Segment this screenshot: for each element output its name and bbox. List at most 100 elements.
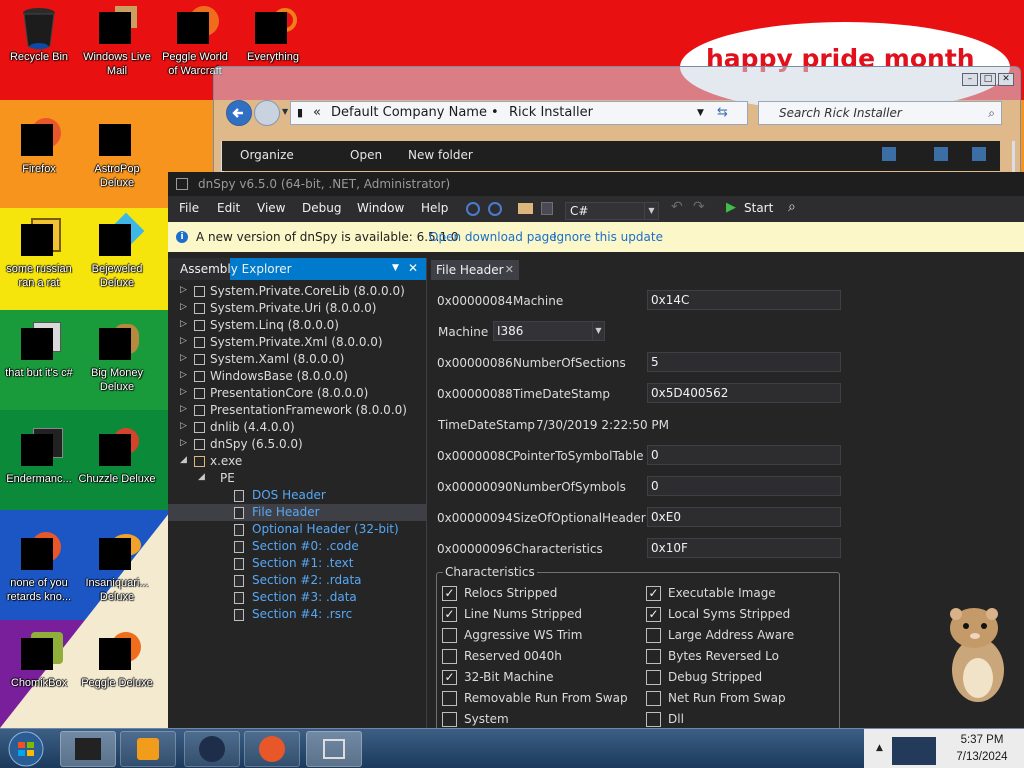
desktop-icon-russian-rat[interactable]: some russian ran a rat xyxy=(0,218,78,290)
open-download-link[interactable]: Open download page xyxy=(429,230,557,244)
checkbox-box[interactable]: ✓ xyxy=(442,670,457,685)
tree-item-section-4[interactable]: Section #4: .rsrc xyxy=(168,606,426,623)
start-icon[interactable]: ▶ xyxy=(726,200,736,215)
panel-dropdown-icon[interactable]: ▼ xyxy=(392,263,399,273)
close-icon[interactable]: ✕ xyxy=(408,261,418,275)
open-button[interactable]: Open xyxy=(350,148,382,162)
desktop-icon-recycle-bin[interactable]: Recycle Bin xyxy=(0,6,78,64)
minimize-button[interactable]: – xyxy=(962,73,978,86)
taskbar-item-windows[interactable] xyxy=(306,731,362,767)
desktop-icon-big-money[interactable]: Big Money Deluxe xyxy=(78,322,156,394)
timestamp-value-input[interactable]: 0x5D400562 xyxy=(647,383,841,403)
checkbox-box[interactable]: ✓ xyxy=(646,586,661,601)
view-icon[interactable] xyxy=(882,147,896,161)
taskbar-item-dnspy[interactable] xyxy=(184,731,240,767)
tree-item-section-0[interactable]: Section #0: .code xyxy=(168,538,426,555)
tree-item-optional-header[interactable]: Optional Header (32-bit) xyxy=(168,521,426,538)
close-tab-icon[interactable]: ✕ xyxy=(505,260,514,280)
forward-button[interactable] xyxy=(254,100,280,126)
start-button[interactable]: Start xyxy=(744,201,773,215)
menu-edit[interactable]: Edit xyxy=(217,201,240,215)
dnspy-window[interactable]: dnSpy v6.5.0 (64-bit, .NET, Administrato… xyxy=(168,172,1024,732)
desktop-icon-peggle-deluxe[interactable]: Peggle Deluxe xyxy=(78,632,156,690)
desktop-icon-everything[interactable]: Everything xyxy=(234,6,312,64)
window-title: dnSpy v6.5.0 (64-bit, .NET, Administrato… xyxy=(198,177,451,191)
sections-value-input[interactable]: 5 xyxy=(647,352,841,372)
breadcrumb-default-company[interactable]: Default Company Name xyxy=(331,102,487,124)
refresh-icon[interactable]: ⇆ xyxy=(717,102,728,124)
search-input[interactable]: Search Rick Installer ⌕ xyxy=(758,101,1002,125)
tree-item-dos-header[interactable]: DOS Header xyxy=(168,487,426,504)
ignore-update-link[interactable]: Ignore this update xyxy=(553,230,663,244)
navigate-forward-icon[interactable] xyxy=(488,202,502,216)
navigate-back-icon[interactable] xyxy=(466,202,480,216)
tab-file-header[interactable]: File Header ✕ xyxy=(431,260,519,280)
desktop-icon-none-of-you[interactable]: none of you retards kno... xyxy=(0,532,78,604)
menu-help[interactable]: Help xyxy=(421,201,448,215)
checkbox-box[interactable] xyxy=(442,649,457,664)
checkbox-box[interactable] xyxy=(646,712,661,727)
tree-item-section-3[interactable]: Section #3: .data xyxy=(168,589,426,606)
checkbox-box[interactable] xyxy=(646,649,661,664)
menu-file[interactable]: File xyxy=(179,201,199,215)
desktop-icon-bejeweled[interactable]: Bejeweled Deluxe xyxy=(78,212,156,290)
redo-icon[interactable]: ↷ xyxy=(693,199,705,215)
language-select[interactable]: C# ▼ xyxy=(565,202,659,220)
breadcrumb-overflow[interactable]: « xyxy=(313,102,321,124)
tray-expand-icon[interactable]: ▲ xyxy=(876,743,883,753)
tree-item-section-1[interactable]: Section #1: .text xyxy=(168,555,426,572)
address-dropdown-icon[interactable]: ▼ xyxy=(697,102,704,124)
menu-view[interactable]: View xyxy=(257,201,285,215)
maximize-button[interactable]: □ xyxy=(980,73,996,86)
checkbox-box[interactable] xyxy=(646,628,661,643)
tree-item-file-header[interactable]: File Header xyxy=(168,504,426,521)
clock[interactable]: 5:37 PM 7/13/2024 xyxy=(944,732,1020,766)
taskbar-item-firefox[interactable] xyxy=(244,731,300,767)
taskbar-item-media-player[interactable] xyxy=(120,731,176,767)
optsize-value-input[interactable]: 0xE0 xyxy=(647,507,841,527)
save-icon[interactable] xyxy=(541,202,553,215)
desktop-icon-enderman[interactable]: Endermanc... xyxy=(0,428,78,486)
machine-value-input[interactable]: 0x14C xyxy=(647,290,841,310)
history-dropdown-icon[interactable]: ▼ xyxy=(282,107,288,116)
help-icon[interactable] xyxy=(972,147,986,161)
desktop-icon-firefox[interactable]: Firefox xyxy=(0,118,78,176)
machine-select[interactable]: I386 ▼ xyxy=(493,321,605,341)
preview-pane-icon[interactable] xyxy=(934,147,948,161)
checkbox-label: Debug Stripped xyxy=(668,670,763,684)
menu-window[interactable]: Window xyxy=(357,201,404,215)
start-button[interactable] xyxy=(4,730,48,768)
checkbox-box[interactable]: ✓ xyxy=(442,586,457,601)
organize-button[interactable]: Organize xyxy=(240,148,294,162)
checkbox-box[interactable] xyxy=(442,691,457,706)
undo-icon[interactable]: ↶ xyxy=(671,199,683,215)
search-icon[interactable]: ⌕ xyxy=(788,199,796,215)
checkbox-box[interactable] xyxy=(646,691,661,706)
desktop-icon-chomikbox[interactable]: ChomikBox xyxy=(0,632,78,690)
taskbar-item-explorer[interactable] xyxy=(60,731,116,767)
checkbox-box[interactable] xyxy=(442,628,457,643)
address-bar[interactable]: ▮ « Default Company Name • Rick Installe… xyxy=(290,101,748,125)
chevron-down-icon: ▼ xyxy=(592,322,604,340)
symtab-value-input[interactable]: 0 xyxy=(647,445,841,465)
desktop-icon-chuzzle[interactable]: Chuzzle Deluxe xyxy=(78,428,156,486)
numsym-value-input[interactable]: 0 xyxy=(647,476,841,496)
desktop-icon-csharp[interactable]: that but it's c# xyxy=(0,322,78,380)
breadcrumb-rick-installer[interactable]: Rick Installer xyxy=(509,102,593,124)
characteristics-value-input[interactable]: 0x10F xyxy=(647,538,841,558)
field-label: Machine xyxy=(438,325,489,339)
tree-item-section-2[interactable]: Section #2: .rdata xyxy=(168,572,426,589)
checkbox-box[interactable]: ✓ xyxy=(442,607,457,622)
back-button[interactable] xyxy=(226,100,252,126)
checkbox-box[interactable] xyxy=(442,712,457,727)
menu-debug[interactable]: Debug xyxy=(302,201,341,215)
close-button[interactable]: ✕ xyxy=(998,73,1014,86)
desktop-icon-astropop[interactable]: AstroPop Deluxe xyxy=(78,118,156,190)
desktop-icon-insaniquarium[interactable]: Insaniquari... Deluxe xyxy=(78,532,156,604)
checkbox-box[interactable]: ✓ xyxy=(646,607,661,622)
desktop-icon-windows-live-mail[interactable]: Windows Live Mail xyxy=(78,6,156,78)
open-file-icon[interactable] xyxy=(518,203,533,214)
new-folder-button[interactable]: New folder xyxy=(408,148,473,162)
network-icon[interactable] xyxy=(892,737,936,765)
checkbox-box[interactable] xyxy=(646,670,661,685)
